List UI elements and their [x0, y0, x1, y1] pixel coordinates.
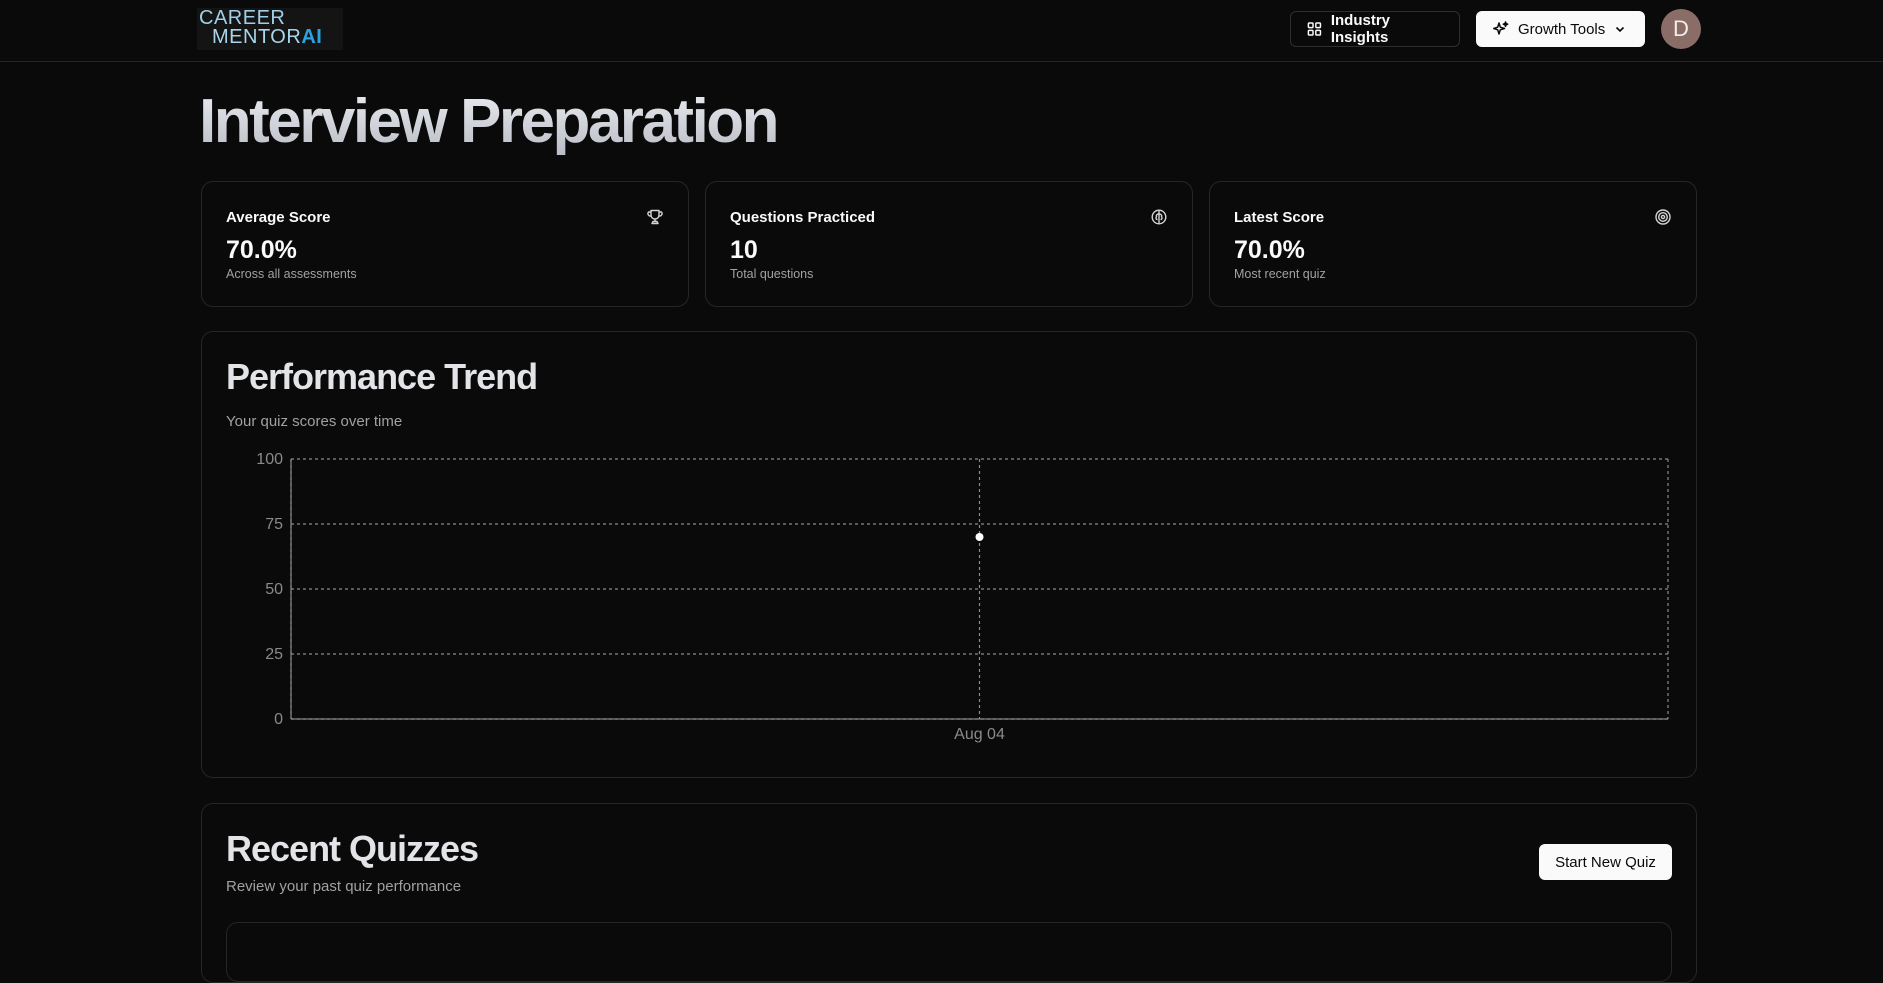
recent-quizzes-card: Recent Quizzes Review your past quiz per…: [201, 803, 1697, 983]
logo-mentor: MENTOR: [212, 26, 302, 48]
stat-label: Questions Practiced: [730, 209, 876, 226]
stat-value: 70.0%: [1234, 236, 1305, 264]
data-point: [975, 533, 984, 541]
industry-insights-button[interactable]: Industry Insights: [1290, 11, 1460, 47]
dashboard-grid-icon: [1307, 22, 1322, 36]
y-tick-label: 75: [265, 516, 283, 533]
industry-insights-label: Industry Insights: [1330, 12, 1391, 46]
x-tick-label: Aug 04: [954, 726, 1005, 743]
logo-line1: CAREER: [199, 7, 286, 29]
performance-chart: 0 25 50 75 100 Aug 04: [256, 451, 1669, 743]
y-tick-label: 50: [265, 581, 283, 598]
top-nav: CAREER MENTORAI Industry Insights Growth…: [0, 0, 1883, 62]
stat-card-questions-practiced: Questions Practiced 10 Total questions: [705, 181, 1193, 307]
stat-value: 70.0%: [226, 236, 297, 264]
growth-tools-label: Growth Tools: [1518, 20, 1606, 38]
logo-ai: AI: [301, 26, 323, 48]
trophy-icon: [647, 209, 663, 225]
y-tick-label: 0: [274, 711, 283, 728]
stat-subtitle: Across all assessments: [226, 267, 357, 281]
page-title: Interview Preparation: [199, 87, 780, 156]
stat-card-latest-score: Latest Score 70.0% Most recent quiz: [1209, 181, 1697, 307]
performance-trend-card: Performance Trend Your quiz scores over …: [201, 331, 1697, 778]
stat-card-average-score: Average Score 70.0% Across all assessmen…: [201, 181, 689, 307]
stat-subtitle: Most recent quiz: [1234, 267, 1326, 281]
stat-label: Average Score: [226, 209, 331, 226]
recent-quizzes-title: Recent Quizzes: [226, 828, 479, 869]
brain-icon: [1151, 209, 1167, 225]
start-new-quiz-button[interactable]: Start New Quiz: [1539, 844, 1672, 880]
y-tick-label: 100: [256, 451, 283, 468]
quiz-list-item[interactable]: [226, 922, 1672, 982]
logo-line2: MENTORAI: [199, 26, 343, 48]
recent-quizzes-subtitle: Review your past quiz performance: [226, 878, 462, 895]
stat-subtitle: Total questions: [730, 267, 814, 281]
growth-tools-button[interactable]: Growth Tools: [1476, 11, 1645, 47]
target-icon: [1655, 209, 1671, 225]
app-logo[interactable]: CAREER MENTORAI: [197, 8, 343, 50]
user-avatar[interactable]: D: [1661, 9, 1701, 49]
y-tick-label: 25: [265, 646, 283, 663]
stat-value: 10: [730, 236, 758, 264]
sparkles-icon: [1493, 21, 1509, 35]
stat-label: Latest Score: [1234, 209, 1325, 226]
chevron-down-icon: [1616, 26, 1625, 33]
